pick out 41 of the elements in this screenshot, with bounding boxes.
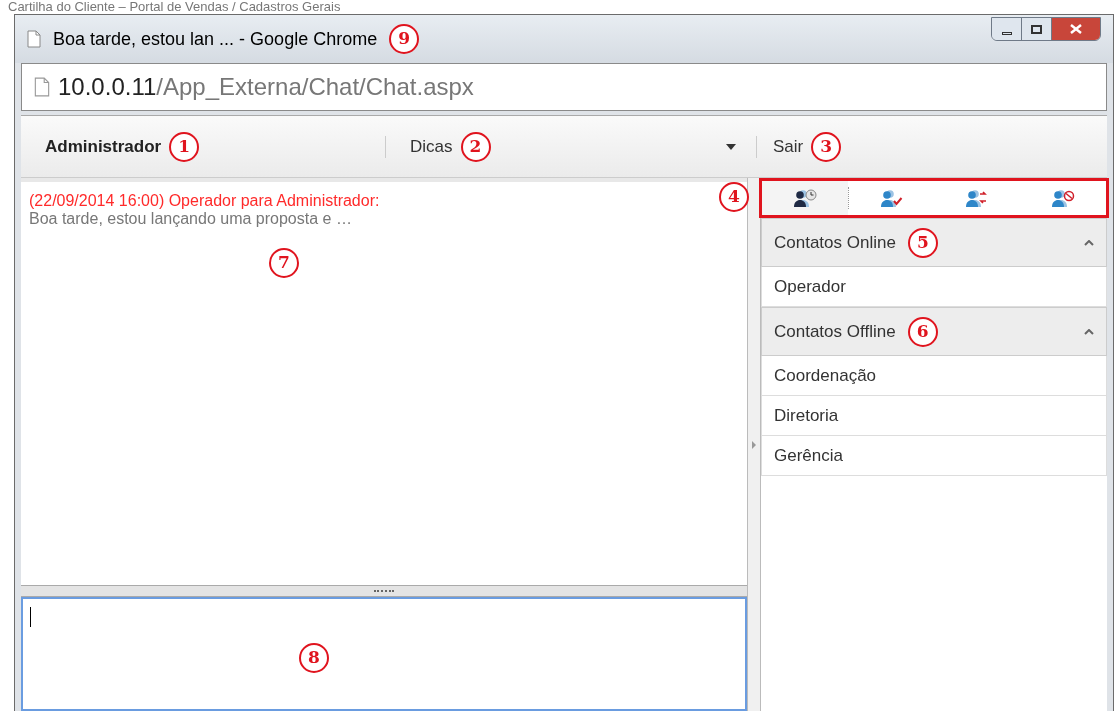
minimize-button[interactable]	[992, 18, 1022, 40]
user-name: Administrador	[45, 135, 162, 158]
address-bar[interactable]: 10.0.0.11/App_Externa/Chat/Chat.aspx	[21, 63, 1107, 111]
collapse-chevron-icon	[1084, 239, 1094, 246]
status-button[interactable]	[762, 181, 848, 215]
page-icon	[34, 77, 50, 97]
page-icon	[27, 30, 41, 48]
collapse-chevron-icon	[1084, 328, 1094, 335]
close-button[interactable]	[1052, 18, 1100, 40]
message-input[interactable]: 8	[21, 597, 747, 711]
callout-number: 1	[169, 131, 200, 162]
group-title: Contatos Online	[774, 231, 896, 254]
close-icon	[1070, 24, 1082, 34]
splitter-grip-icon[interactable]	[374, 589, 394, 593]
window-title: Boa tarde, estou lan ... - Google Chrome	[53, 27, 378, 51]
group-header[interactable]: Contatos Online 5	[761, 218, 1107, 267]
user-status-icon	[965, 189, 989, 207]
contact-item[interactable]: Operador	[761, 267, 1107, 307]
collapse-arrow-icon[interactable]	[752, 440, 756, 449]
logout-link[interactable]: Sair	[773, 133, 804, 160]
contact-item[interactable]: Coordenação	[761, 356, 1107, 396]
callout-number: 7	[269, 248, 299, 278]
contact-item[interactable]: Gerência	[761, 436, 1107, 476]
user-status-icon	[1051, 189, 1075, 207]
group-header[interactable]: Contatos Offline 6	[761, 307, 1107, 356]
callout-number: 5	[907, 227, 938, 258]
maximize-button[interactable]	[1022, 18, 1052, 40]
callout-number: 3	[811, 131, 842, 162]
tips-menu[interactable]: Dicas	[410, 133, 453, 160]
callout-number: 9	[389, 24, 420, 54]
user-status-icon	[793, 189, 817, 207]
message-header: (22/09/2014 16:00) Operador para Administrador:	[29, 192, 380, 210]
user-status-icon	[879, 189, 904, 207]
callout-number: 8	[299, 643, 329, 673]
group-title: Contatos Offline	[774, 320, 896, 343]
page-title: Cartilha do Cliente – Portal de Vendas / Cadastros Gerais	[8, 0, 341, 14]
contact-item[interactable]: Diretoria	[761, 396, 1107, 436]
dropdown-caret-icon	[726, 143, 736, 150]
callout-number: 6	[907, 316, 938, 347]
callout-number: 2	[460, 131, 491, 162]
message-text: Boa tarde, estou lançando uma proposta e …	[29, 210, 352, 228]
